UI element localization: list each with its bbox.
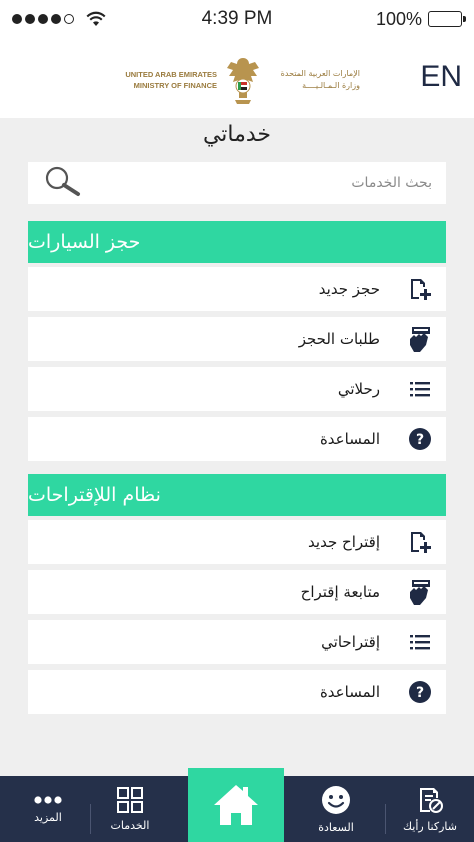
list-item-label: إقتراحاتي	[321, 633, 380, 651]
list-item-new-booking[interactable]: حجز جديد	[28, 267, 446, 311]
list-item-label: إقتراح جديد	[308, 533, 380, 551]
app-header: UNITED ARAB EMIRATES MINISTRY OF FINANCE…	[0, 38, 474, 118]
section-header-suggestions: نظام اللإقتراحات	[28, 474, 446, 516]
svg-text:?: ?	[416, 685, 424, 701]
wifi-icon	[86, 11, 106, 27]
logo-en-line1: UNITED ARAB EMIRATES	[125, 70, 217, 79]
signal-strength-icon	[12, 14, 74, 24]
list-item-label: طلبات الحجز	[298, 330, 380, 348]
list-item-help[interactable]: ? المساعدة	[28, 417, 446, 461]
list-item-help-suggestions[interactable]: ? المساعدة	[28, 670, 446, 714]
uae-emblem-icon	[226, 58, 259, 104]
list-item-label: رحلاتي	[337, 380, 380, 398]
signal-dot	[12, 14, 22, 24]
nav-happiness[interactable]: السعادة	[292, 776, 380, 842]
more-dots-icon	[34, 795, 62, 804]
list-item-label: متابعة إقتراح	[300, 583, 380, 601]
hand-card-icon	[408, 327, 432, 352]
status-bar: 4:39 PM 100%	[0, 0, 474, 38]
list-item-new-suggestion[interactable]: إقتراح جديد	[28, 520, 446, 564]
add-document-icon	[408, 530, 432, 554]
nav-happiness-label: السعادة	[318, 820, 354, 834]
signal-wifi-group	[12, 11, 152, 27]
search-input[interactable]	[132, 175, 432, 191]
hand-card-icon	[408, 580, 432, 605]
list-item-label: حجز جديد	[318, 280, 380, 298]
list-icon	[408, 377, 432, 401]
signal-dot-empty	[64, 14, 74, 24]
search-icon[interactable]	[42, 165, 82, 201]
section-header-car-booking: حجز السيارات	[28, 221, 446, 263]
help-icon: ?	[408, 427, 432, 451]
nav-services-label: الخدمات	[110, 818, 150, 832]
nav-more-label: المزيد	[34, 810, 62, 824]
battery-percent: 100%	[375, 8, 422, 29]
clock-time: 4:39 PM	[201, 8, 273, 29]
list-icon	[408, 630, 432, 654]
battery-group: 100%	[322, 8, 466, 30]
logo-ar-line2: وزارة الـمـالـيــــة	[302, 81, 360, 90]
add-document-icon	[408, 277, 432, 301]
home-button[interactable]	[188, 768, 284, 842]
list-item-booking-requests[interactable]: طلبات الحجز	[28, 317, 446, 361]
logo-arabic-text: الإمارات العربية المتحدة وزارة الـمـالـي…	[268, 68, 360, 92]
search-bar	[28, 162, 446, 204]
logo-ar-line1: الإمارات العربية المتحدة	[280, 69, 360, 78]
ministry-logo: UNITED ARAB EMIRATES MINISTRY OF FINANCE…	[125, 52, 360, 108]
list-item-my-suggestions[interactable]: إقتراحاتي	[28, 620, 446, 664]
nav-more[interactable]: المزيد	[4, 776, 92, 842]
smiley-icon	[322, 785, 350, 814]
nav-services[interactable]: الخدمات	[86, 776, 174, 842]
signal-dot	[25, 14, 35, 24]
nav-feedback[interactable]: شاركنا رأيك	[386, 776, 474, 842]
svg-text:?: ?	[416, 432, 424, 448]
nav-feedback-label: شاركنا رأيك	[403, 819, 457, 833]
battery-icon	[427, 11, 466, 27]
logo-en-line2: MINISTRY OF FINANCE	[133, 81, 217, 90]
signal-dot	[38, 14, 48, 24]
language-toggle-button[interactable]: EN	[420, 60, 462, 94]
logo-english-text: UNITED ARAB EMIRATES MINISTRY OF FINANCE	[125, 69, 217, 91]
signal-dot	[51, 14, 61, 24]
list-item-label: المساعدة	[319, 683, 380, 701]
home-icon	[214, 785, 258, 825]
list-item-track-suggestion[interactable]: متابعة إقتراح	[28, 570, 446, 614]
list-item-label: المساعدة	[319, 430, 380, 448]
feedback-form-icon	[420, 787, 443, 813]
page-title: خدماتي	[202, 122, 272, 147]
grid-icon	[117, 786, 143, 813]
help-icon: ?	[408, 680, 432, 704]
list-item-my-trips[interactable]: رحلاتي	[28, 367, 446, 411]
